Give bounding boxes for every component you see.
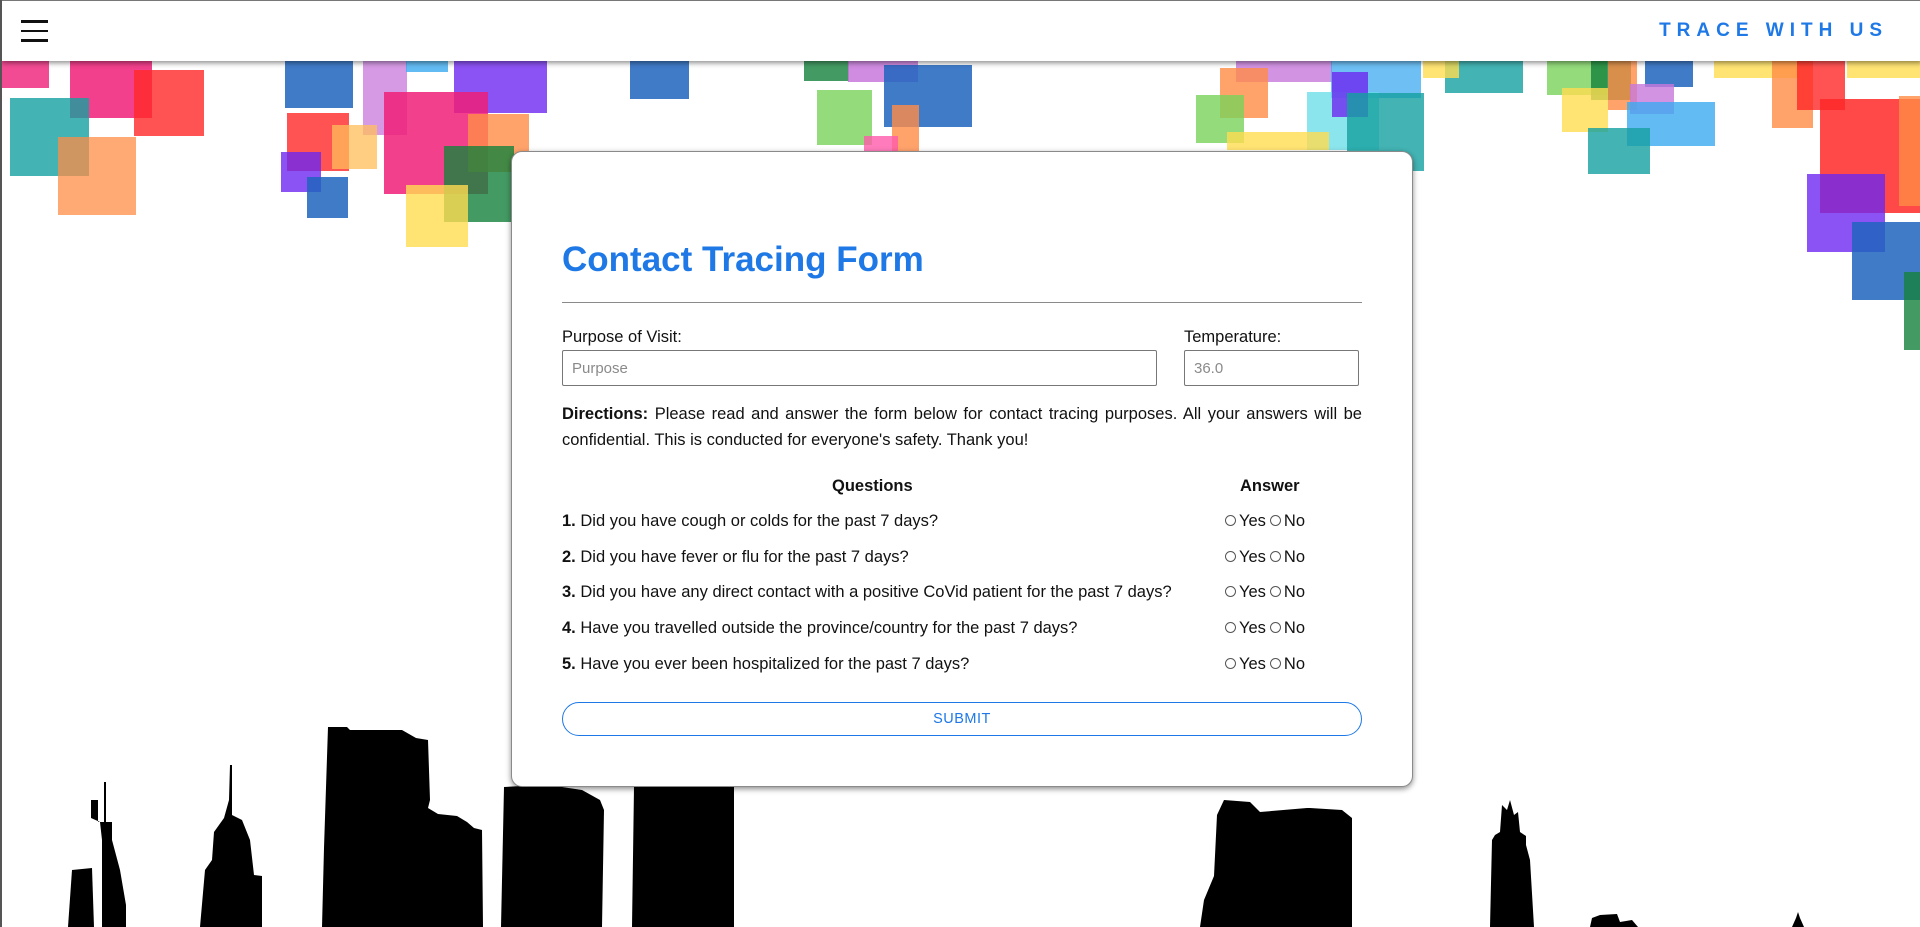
top-navbar: TRACE WITH US — [2, 0, 1920, 61]
questions-header: Questions — [832, 477, 913, 495]
question-number: 3. — [562, 583, 576, 601]
decor-square — [406, 60, 448, 72]
question-label: Did you have fever or flu for the past 7… — [580, 548, 909, 566]
purpose-label: Purpose of Visit: — [562, 328, 682, 346]
question-row: 5. Have you ever been hospitalized for t… — [562, 655, 1362, 679]
yes-label[interactable]: Yes — [1239, 619, 1266, 638]
hamburger-menu-icon[interactable] — [21, 20, 48, 42]
question-number: 4. — [562, 619, 576, 637]
answer-options: Yes No — [1225, 512, 1309, 531]
decor-square — [804, 60, 849, 81]
decor-square — [134, 70, 204, 136]
question-row: 4. Have you travelled outside the provin… — [562, 619, 1362, 643]
no-radio[interactable] — [1269, 551, 1281, 562]
skyline-building — [322, 727, 483, 927]
answer-options: Yes No — [1225, 583, 1309, 602]
answer-options: Yes No — [1225, 655, 1309, 674]
yes-label[interactable]: Yes — [1239, 548, 1266, 567]
yes-label[interactable]: Yes — [1239, 583, 1266, 602]
yes-label[interactable]: Yes — [1239, 512, 1266, 531]
temperature-label: Temperature: — [1184, 328, 1282, 346]
no-radio[interactable] — [1269, 515, 1281, 526]
temperature-input[interactable] — [1184, 350, 1359, 386]
decor-square — [332, 125, 377, 169]
answer-options: Yes No — [1225, 548, 1309, 567]
yes-radio[interactable] — [1225, 515, 1236, 526]
question-text: 5. Have you ever been hospitalized for t… — [562, 655, 969, 674]
no-label[interactable]: No — [1284, 583, 1305, 602]
directions-text: Directions: Please read and answer the f… — [562, 401, 1362, 453]
no-label[interactable]: No — [1284, 655, 1305, 674]
question-label: Did you have cough or colds for the past… — [580, 512, 939, 530]
question-text: 1. Did you have cough or colds for the p… — [562, 512, 938, 531]
purpose-input[interactable] — [562, 350, 1157, 386]
brand-link[interactable]: TRACE WITH US — [1659, 20, 1888, 42]
no-label[interactable]: No — [1284, 619, 1305, 638]
decor-square — [1645, 60, 1693, 87]
yes-radio[interactable] — [1225, 551, 1236, 562]
page: TRACE WITH US Contact Tracing Form Purpo… — [0, 0, 1920, 927]
decor-square — [1847, 60, 1920, 78]
skyline-building — [632, 787, 734, 927]
skyline-building — [1792, 912, 1804, 927]
question-text: 2. Did you have fever or flu for the pas… — [562, 548, 909, 567]
decor-square — [406, 185, 468, 247]
question-text: 4. Have you travelled outside the provin… — [562, 619, 1077, 638]
no-radio[interactable] — [1269, 622, 1281, 633]
yes-radio[interactable] — [1225, 622, 1236, 633]
decor-square — [1904, 272, 1920, 350]
no-label[interactable]: No — [1284, 548, 1305, 567]
contact-tracing-form-card: Contact Tracing Form Purpose of Visit: T… — [511, 151, 1413, 787]
yes-radio[interactable] — [1225, 586, 1236, 597]
decor-square — [630, 60, 689, 99]
no-radio[interactable] — [1269, 586, 1281, 597]
directions-label: Directions: — [562, 405, 649, 423]
no-label[interactable]: No — [1284, 512, 1305, 531]
skyline-building — [1490, 800, 1534, 927]
answer-options: Yes No — [1225, 619, 1309, 638]
decor-square — [1588, 128, 1650, 174]
yes-radio[interactable] — [1225, 658, 1236, 669]
answer-header: Answer — [1240, 477, 1300, 495]
question-row: 3. Did you have any direct contact with … — [562, 583, 1362, 607]
question-number: 1. — [562, 512, 576, 530]
decor-square — [1899, 96, 1920, 206]
directions-body: Please read and answer the form below fo… — [562, 405, 1362, 449]
question-label: Did you have any direct contact with a p… — [580, 583, 1172, 601]
decor-square — [864, 136, 898, 151]
decor-square — [1227, 132, 1329, 150]
decor-square — [285, 60, 353, 108]
question-row: 1. Did you have cough or colds for the p… — [562, 512, 1362, 536]
yes-label[interactable]: Yes — [1239, 655, 1266, 674]
decor-square — [1423, 60, 1459, 78]
no-radio[interactable] — [1269, 658, 1281, 669]
decor-square — [58, 137, 136, 215]
decor-square — [2, 60, 49, 88]
skyline-building — [1590, 914, 1638, 927]
decor-square — [1562, 88, 1608, 132]
skyline-building — [91, 782, 126, 927]
question-row: 2. Did you have fever or flu for the pas… — [562, 548, 1362, 572]
question-number: 5. — [562, 655, 576, 673]
question-number: 2. — [562, 548, 576, 566]
question-label: Have you ever been hospitalized for the … — [580, 655, 970, 673]
form-title: Contact Tracing Form — [562, 240, 924, 279]
skyline-building — [1200, 800, 1352, 927]
question-label: Have you travelled outside the province/… — [580, 619, 1078, 637]
title-divider — [562, 302, 1362, 303]
question-text: 3. Did you have any direct contact with … — [562, 583, 1172, 602]
skyline-building — [501, 785, 604, 927]
decor-square — [307, 177, 348, 218]
submit-button[interactable]: SUBMIT — [562, 702, 1362, 736]
skyline-building — [68, 868, 94, 927]
skyline-building — [200, 765, 262, 927]
